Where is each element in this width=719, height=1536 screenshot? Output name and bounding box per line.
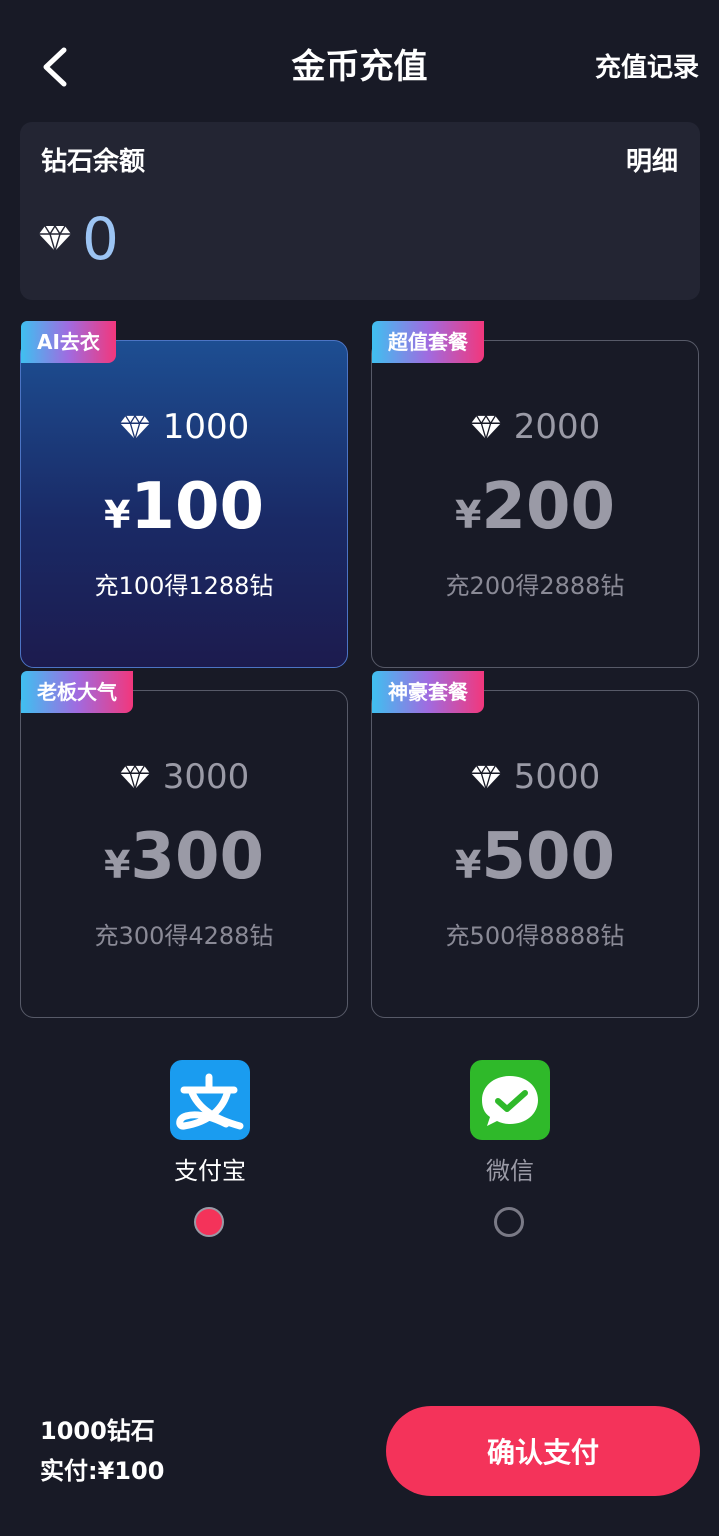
summary-diamonds: 1000钻石 <box>40 1417 155 1445</box>
package-tag: 老板大气 <box>21 671 133 713</box>
diamond-amount: 5000 <box>513 757 601 797</box>
currency-symbol: ¥ <box>454 843 482 887</box>
diamond-icon <box>470 414 501 440</box>
wechat-option[interactable] <box>470 1060 550 1140</box>
currency-symbol: ¥ <box>103 843 131 887</box>
package-price: 500 <box>481 820 616 894</box>
currency-symbol: ¥ <box>103 493 131 537</box>
confirm-payment-button[interactable]: 确认支付 <box>386 1406 700 1496</box>
wechat-radio[interactable] <box>494 1207 524 1237</box>
package-bonus: 充100得1288钻 <box>94 572 274 600</box>
alipay-icon <box>176 1073 244 1130</box>
wechat-icon <box>482 1076 538 1126</box>
package-bonus: 充500得8888钻 <box>445 922 625 950</box>
diamond-amount: 3000 <box>162 757 250 797</box>
package-price: 300 <box>130 820 265 894</box>
diamond-icon <box>39 224 71 252</box>
package-price: 100 <box>130 470 265 544</box>
package-bonus: 充300得4288钻 <box>94 922 274 950</box>
diamond-icon <box>470 764 501 790</box>
diamond-icon <box>119 414 150 440</box>
package-tag: AI去衣 <box>21 321 116 363</box>
balance-label: 钻石余额 <box>41 147 146 177</box>
balance-card: 钻石余额 明细 0 <box>20 122 700 300</box>
recharge-records-link[interactable]: 充值记录 <box>595 48 699 88</box>
alipay-option[interactable] <box>170 1060 250 1140</box>
diamond-icon <box>119 764 150 790</box>
package-card-2[interactable]: 超值套餐 2000 ¥200 充200得2888钻 <box>371 321 699 668</box>
alipay-label: 支付宝 <box>174 1157 246 1185</box>
currency-symbol: ¥ <box>454 493 482 537</box>
package-card-3[interactable]: 老板大气 3000 ¥300 充300得4288钻 <box>20 671 348 1018</box>
diamond-amount: 1000 <box>162 407 250 447</box>
package-bonus: 充200得2888钻 <box>445 572 625 600</box>
balance-value: 0 <box>82 205 119 273</box>
package-price: 200 <box>481 470 616 544</box>
summary-paid: 实付:¥100 <box>40 1457 165 1485</box>
package-card-4[interactable]: 神豪套餐 5000 ¥500 充500得8888钻 <box>371 671 699 1018</box>
balance-detail-link[interactable]: 明细 <box>626 144 678 180</box>
package-card-1[interactable]: AI去衣 1000 ¥100 充100得1288钻 <box>20 321 348 668</box>
diamond-amount: 2000 <box>513 407 601 447</box>
wechat-label: 微信 <box>486 1157 534 1185</box>
package-tag: 神豪套餐 <box>372 671 484 713</box>
package-tag: 超值套餐 <box>372 321 484 363</box>
alipay-radio[interactable] <box>194 1207 224 1237</box>
